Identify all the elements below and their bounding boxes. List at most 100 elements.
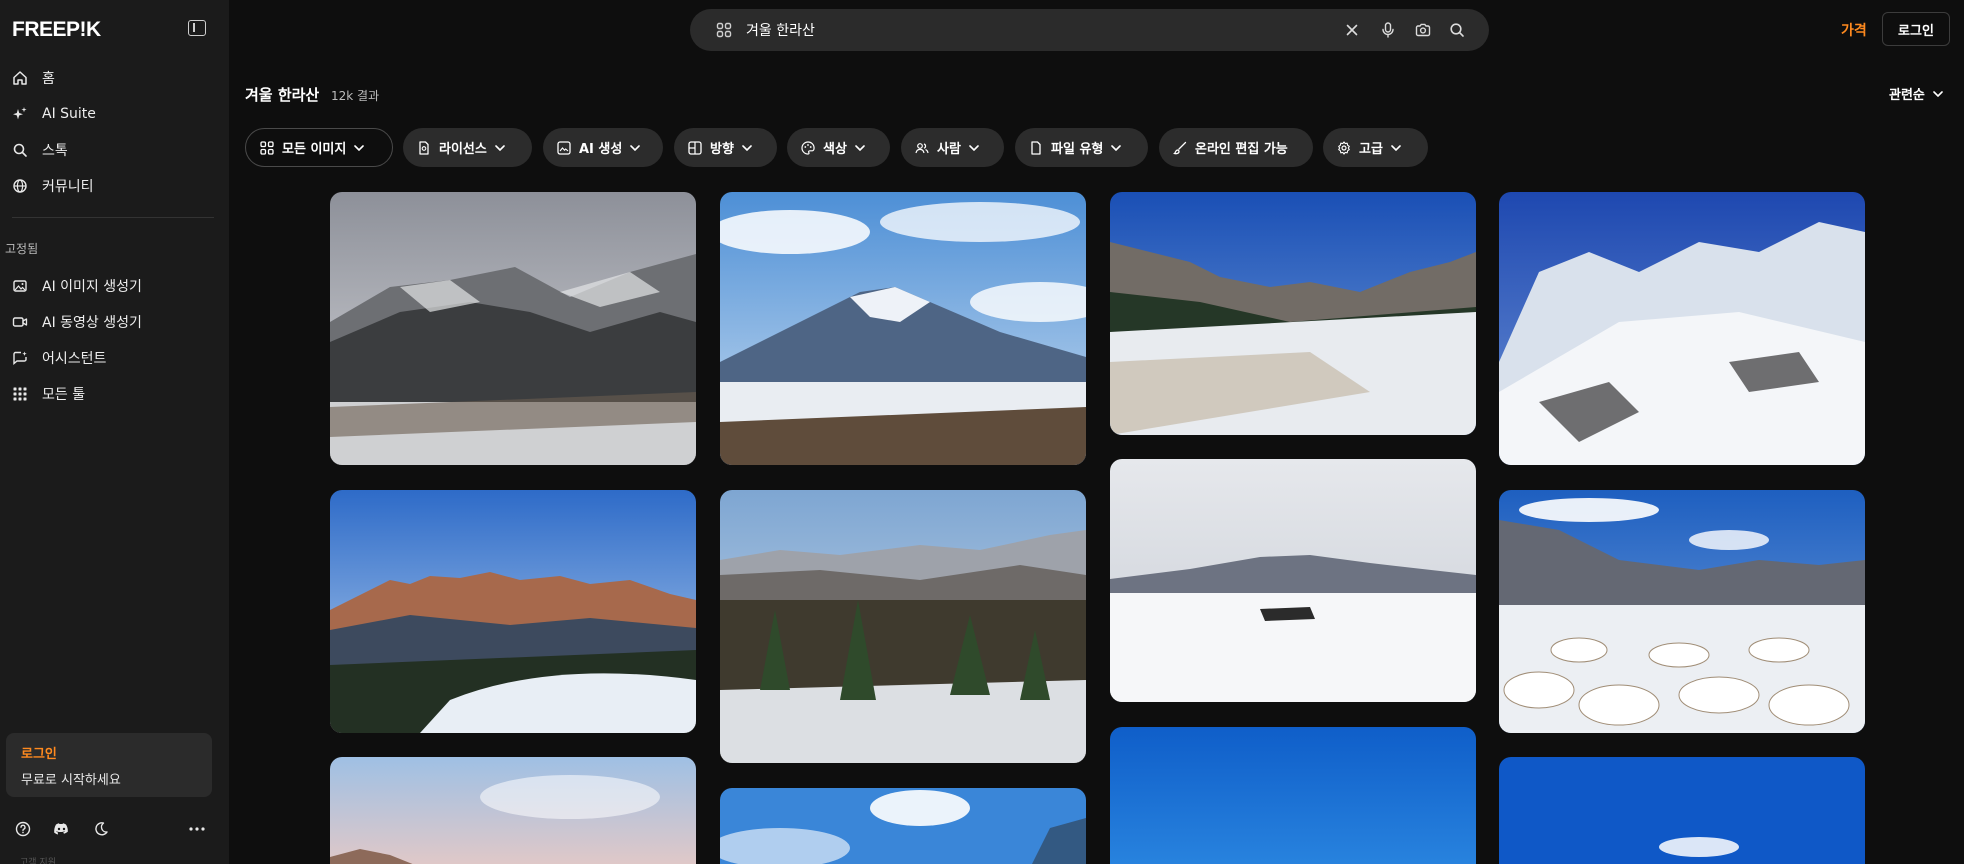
sidebar-footer: [12, 818, 212, 840]
filter-online-editable[interactable]: 온라인 편집 가능: [1159, 128, 1313, 167]
snow-boulders-stream-image: [1499, 490, 1865, 733]
search-icon: [13, 143, 27, 157]
login-card-title: 로그인: [21, 747, 57, 762]
winter-sky-image: [330, 757, 696, 864]
sort-dropdown[interactable]: 관련순: [1889, 84, 1943, 103]
dark-mode-icon[interactable]: [90, 818, 112, 840]
filter-label: 방향: [710, 142, 734, 157]
discord-icon[interactable]: [50, 818, 72, 840]
nav-item-ai-image-generator[interactable]: AI 이미지 생성기: [12, 272, 142, 300]
nav-item-community[interactable]: 커뮤니티: [12, 172, 94, 200]
chevron-down-icon: [1391, 144, 1401, 151]
license-icon: [419, 140, 429, 155]
pinned-section-label: 고정됨: [5, 242, 39, 256]
forest-mountain-image: [720, 490, 1086, 763]
chevron-down-icon: [1933, 90, 1943, 97]
filter-color[interactable]: 색상: [787, 128, 890, 167]
filter-label: AI 생성: [579, 142, 623, 157]
video-icon: [12, 317, 28, 327]
image-result-card[interactable]: [1499, 757, 1865, 864]
sort-label: 관련순: [1889, 88, 1925, 103]
settings-icon: [1338, 140, 1350, 155]
freepik-logo[interactable]: FREEP!K: [12, 18, 101, 42]
filter-all-images[interactable]: 모든 이미지: [245, 128, 393, 167]
snow-trail-valley-image: [1110, 192, 1476, 435]
camera-search-icon[interactable]: [1413, 20, 1433, 40]
chevron-down-icon: [495, 144, 505, 151]
image-result-card[interactable]: [1499, 192, 1865, 465]
search-input[interactable]: [746, 19, 1306, 41]
filter-label: 색상: [823, 142, 847, 157]
image-result-card[interactable]: [1110, 727, 1476, 864]
help-icon[interactable]: [12, 818, 34, 840]
filter-orientation[interactable]: 방향: [674, 128, 777, 167]
volcano-snow-clouds-image: [720, 192, 1086, 465]
results-count: 12k 결과: [331, 89, 380, 103]
home-icon: [13, 71, 27, 85]
nav-item-stock[interactable]: 스톡: [12, 136, 68, 164]
search-mode-grid-icon[interactable]: [716, 22, 732, 38]
nav-item-ai-video-generator[interactable]: AI 동영상 생성기: [12, 308, 142, 336]
results-title: 겨울 한라산: [245, 86, 320, 104]
people-icon: [915, 142, 929, 153]
ai-image-icon: [557, 140, 571, 155]
filter-ai-generated[interactable]: AI 생성: [543, 128, 663, 167]
nav-label-ai-suite: AI Suite: [42, 106, 96, 122]
file-icon: [1031, 140, 1041, 155]
sidebar-collapse-icon[interactable]: [188, 20, 206, 36]
nav-label-all-tools: 모든 툴: [42, 387, 86, 403]
app-root: FREEP!K 홈 AI Suite 스톡 커뮤니티 고정됨 AI 이미지 생성…: [0, 0, 1964, 864]
pricing-link[interactable]: 가격: [1841, 20, 1867, 40]
filter-file-type[interactable]: 파일 유형: [1015, 128, 1148, 167]
blue-sky-clouds-image: [1499, 757, 1865, 864]
palette-icon: [801, 140, 815, 155]
nav-item-home[interactable]: 홈: [12, 64, 55, 92]
login-button[interactable]: 로그인: [1882, 12, 1950, 46]
nav-item-ai-suite[interactable]: AI Suite: [12, 100, 96, 128]
filter-advanced[interactable]: 고급: [1323, 128, 1428, 167]
filter-license[interactable]: 라이선스: [403, 128, 532, 167]
image-result-card[interactable]: [720, 192, 1086, 465]
filter-people[interactable]: 사람: [901, 128, 1004, 167]
image-result-card[interactable]: [1499, 490, 1865, 733]
nav-label-home: 홈: [42, 71, 55, 87]
sidebar-login-card[interactable]: 로그인 무료로 시작하세요: [6, 733, 212, 797]
filter-label: 사람: [937, 142, 961, 157]
image-result-card[interactable]: [1110, 192, 1476, 435]
nav-item-all-tools[interactable]: 모든 툴: [12, 380, 85, 408]
filter-label: 온라인 편집 가능: [1195, 142, 1288, 157]
chevron-down-icon: [354, 144, 365, 151]
orientation-icon: [688, 140, 702, 155]
filter-label: 라이선스: [439, 142, 487, 157]
image-result-card[interactable]: [330, 757, 696, 864]
nav-label-ai-image-generator: AI 이미지 생성기: [42, 279, 142, 295]
sparkle-icon: [13, 107, 27, 120]
login-card-subtitle: 무료로 시작하세요: [21, 773, 121, 788]
brush-icon: [1173, 141, 1187, 154]
grid-icon: [13, 387, 27, 401]
frosted-trees-rocks-image: [1499, 192, 1865, 465]
chevron-down-icon: [855, 144, 865, 151]
microphone-icon[interactable]: [1378, 20, 1398, 40]
filter-label: 파일 유형: [1051, 142, 1104, 157]
chevron-down-icon: [969, 144, 979, 151]
image-result-card[interactable]: [720, 788, 1086, 864]
search-submit-icon[interactable]: [1447, 20, 1467, 40]
search-bar: [690, 9, 1489, 51]
image-icon: [13, 280, 27, 292]
snowy-field-hill-image: [1110, 459, 1476, 702]
nav-label-assistant: 어시스턴트: [42, 351, 107, 367]
assistant-icon: [13, 351, 27, 365]
more-options-icon[interactable]: [186, 818, 208, 840]
clear-search-icon[interactable]: [1342, 20, 1362, 40]
snowy-mountain-image: [330, 192, 696, 465]
image-result-card[interactable]: [330, 490, 696, 733]
image-result-card[interactable]: [330, 192, 696, 465]
nav-item-assistant[interactable]: 어시스턴트: [12, 344, 106, 372]
image-result-card[interactable]: [1110, 459, 1476, 702]
chevron-down-icon: [742, 144, 752, 151]
image-result-card[interactable]: [720, 490, 1086, 763]
chevron-down-icon: [1111, 144, 1122, 151]
rocky-ridge-sunset-image: [330, 490, 696, 733]
grid-icon: [260, 140, 274, 155]
